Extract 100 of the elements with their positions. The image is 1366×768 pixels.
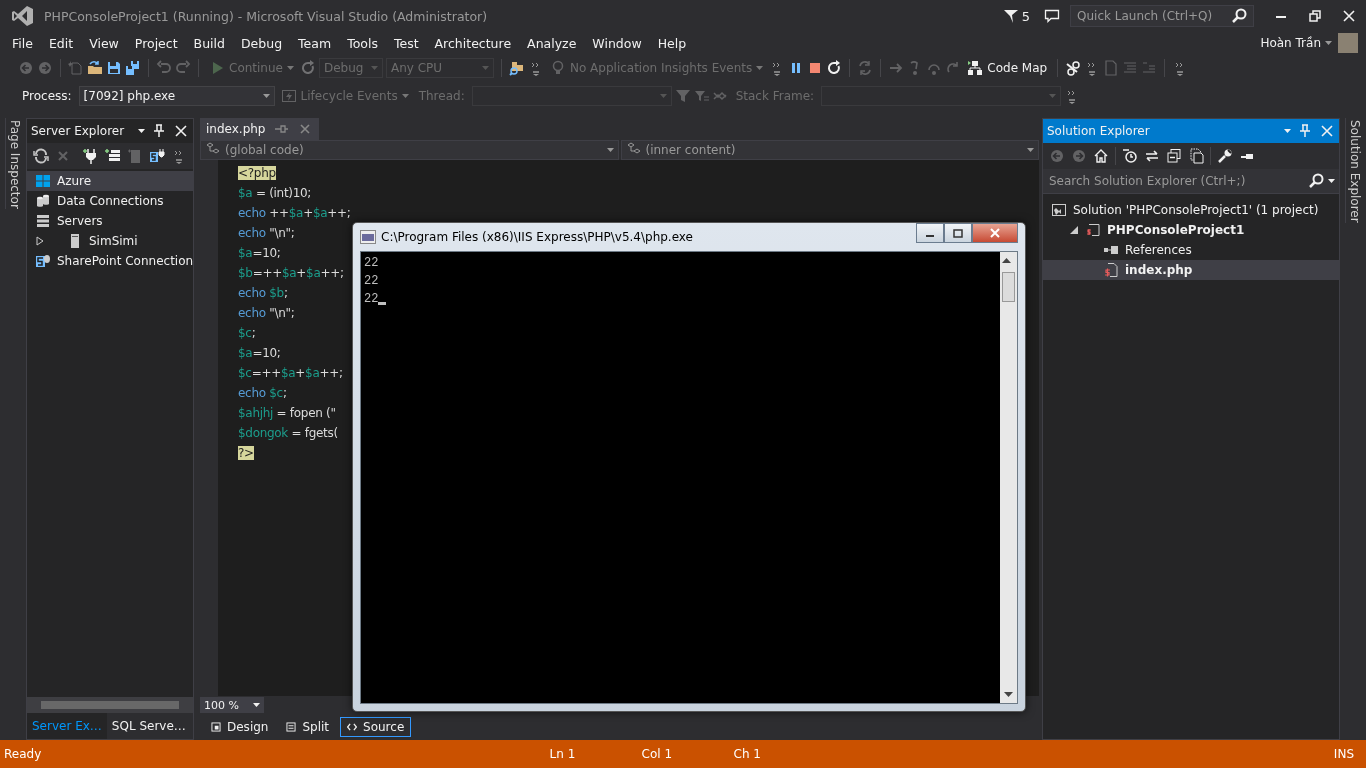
- save-all-icon[interactable]: [125, 60, 141, 76]
- speech-bubble-icon[interactable]: [1044, 8, 1060, 24]
- code-line: $a=10;: [238, 245, 281, 262]
- menu-item[interactable]: View: [81, 35, 127, 51]
- breakpoints-icon[interactable]: [1065, 60, 1082, 76]
- menu-item[interactable]: Test: [385, 35, 427, 51]
- navigation-dropdown[interactable]: (global code): [200, 140, 619, 160]
- code-line: echo "\n";: [238, 225, 295, 242]
- search-icon[interactable]: [1231, 8, 1247, 24]
- source-icon: [347, 722, 358, 732]
- toolbar-label: Process:: [21, 89, 73, 103]
- toolbar-button[interactable]: Code Map: [964, 58, 1051, 78]
- menu-item[interactable]: Edit: [40, 35, 82, 51]
- down-arrow-icon[interactable]: [1004, 692, 1013, 697]
- menu-item[interactable]: Analyze: [519, 35, 585, 51]
- design-icon: [211, 722, 221, 732]
- plug-icon[interactable]: [83, 148, 99, 164]
- menu-item[interactable]: File: [4, 35, 41, 51]
- window-title: PHPConsoleProject1 (Running) - Microsoft Visual Studio (Administrator): [44, 8, 489, 24]
- view-tab[interactable]: Split: [279, 717, 337, 737]
- code-line: $a=10;: [238, 345, 281, 362]
- menu-item[interactable]: Debug: [233, 35, 291, 51]
- view-tab[interactable]: Source: [340, 717, 412, 737]
- vertical-scrollbar[interactable]: [1000, 252, 1017, 703]
- expander-icon[interactable]: [35, 236, 45, 246]
- pin-icon[interactable]: [151, 123, 167, 139]
- quick-launch-field[interactable]: Quick Launch (Ctrl+Q): [1070, 5, 1254, 27]
- caret-icon: [252, 703, 260, 707]
- side-tab[interactable]: Solution Explorer: [1344, 118, 1362, 223]
- tree-item[interactable]: SimSimi: [27, 231, 193, 251]
- app-icon: [360, 230, 376, 244]
- code-line: $b=++$a+$a++;: [238, 265, 344, 282]
- window-title: C:\Program Files (x86)\IIS Express\PHP\v5.4\php.exe: [381, 230, 694, 244]
- line-number: Ln 1: [549, 747, 577, 761]
- show-all-files-icon[interactable]: [1188, 148, 1204, 164]
- zoom-dropdown[interactable]: 100 %: [200, 697, 264, 713]
- database-icon: [35, 193, 51, 209]
- horizontal-scrollbar[interactable]: [27, 697, 193, 713]
- side-tab[interactable]: Page Inspector: [4, 118, 22, 209]
- panel-title: Solution Explorer: [1047, 124, 1151, 138]
- menu-item[interactable]: Help: [649, 35, 695, 51]
- dropdown-field[interactable]: [7092] php.exe: [78, 86, 275, 106]
- panel-tab[interactable]: SQL Serve…: [106, 713, 191, 739]
- tree-item[interactable]: PHPConsoleProject1: [1043, 220, 1339, 240]
- menu-item[interactable]: Tools: [339, 35, 386, 51]
- sync-arrows-icon[interactable]: [1144, 148, 1160, 164]
- caret-icon[interactable]: [138, 129, 145, 133]
- character-number: Ch 1: [733, 747, 762, 761]
- code-line: echo ++$a+$a++;: [238, 205, 351, 222]
- flag-icon[interactable]: [1002, 8, 1019, 24]
- wrench-icon[interactable]: [1217, 148, 1233, 164]
- caret-icon[interactable]: [1328, 179, 1335, 183]
- menu-item[interactable]: Build: [185, 35, 233, 51]
- tree-item[interactable]: index.php: [1043, 260, 1339, 280]
- menu-item[interactable]: Project: [126, 35, 186, 51]
- logo-icon: [10, 5, 34, 27]
- sharepoint-plug-icon[interactable]: [149, 148, 165, 164]
- caret-icon: [262, 94, 270, 98]
- menu-item[interactable]: Team: [290, 35, 340, 51]
- insert-mode: INS: [1333, 747, 1354, 761]
- user-name[interactable]: Hoàn Trần: [1260, 36, 1321, 50]
- tree-item[interactable]: Data Connections: [27, 191, 193, 211]
- code-line: echo $c;: [238, 385, 287, 402]
- tree-item[interactable]: SharePoint Connection: [27, 251, 193, 271]
- caret-icon: [1027, 148, 1034, 152]
- solution-icon: [1051, 202, 1067, 218]
- tree-item[interactable]: References: [1043, 240, 1339, 260]
- refresh-icon[interactable]: [33, 148, 49, 164]
- collapse-all-icon[interactable]: [1166, 148, 1182, 164]
- scroll-thumb[interactable]: [1002, 272, 1015, 302]
- code-map-icon: [967, 60, 984, 76]
- close-icon[interactable]: [173, 123, 189, 139]
- menu-item[interactable]: Architecture: [426, 35, 520, 51]
- php-file-icon: [1103, 262, 1119, 278]
- panel-tab[interactable]: Server Ex…: [27, 713, 107, 739]
- restart-icon[interactable]: [826, 60, 843, 76]
- clock-icon[interactable]: [1122, 148, 1138, 164]
- status-message: Ready: [4, 747, 42, 761]
- tree-item[interactable]: Solution 'PHPConsoleProject1' (1 project): [1043, 200, 1339, 220]
- add-server-icon[interactable]: [105, 148, 121, 164]
- menu-item[interactable]: Window: [584, 35, 650, 51]
- close-icon[interactable]: [1341, 8, 1357, 24]
- restore-icon[interactable]: [1307, 8, 1323, 24]
- search-icon[interactable]: [1308, 173, 1324, 189]
- tree-item[interactable]: Servers: [27, 211, 193, 231]
- search-field[interactable]: Search Solution Explorer (Ctrl+;): [1043, 169, 1339, 194]
- split-icon: [286, 722, 297, 732]
- code-line: $ahjhj = fopen (": [238, 405, 336, 422]
- find-in-files-icon[interactable]: [508, 60, 525, 76]
- tree-item[interactable]: Azure: [27, 171, 193, 191]
- expander-icon[interactable]: [1069, 225, 1079, 235]
- view-tab[interactable]: Design: [204, 717, 276, 737]
- up-arrow-icon[interactable]: [1002, 258, 1011, 263]
- code-line: $c;: [238, 325, 256, 342]
- save-icon[interactable]: [106, 60, 122, 76]
- code-line: $a = (int)10;: [238, 185, 312, 202]
- navigation-dropdown[interactable]: (inner content): [620, 140, 1039, 160]
- console-output: 22: [364, 255, 379, 272]
- home-icon[interactable]: [1093, 148, 1109, 164]
- open-folder-icon[interactable]: [87, 60, 103, 76]
